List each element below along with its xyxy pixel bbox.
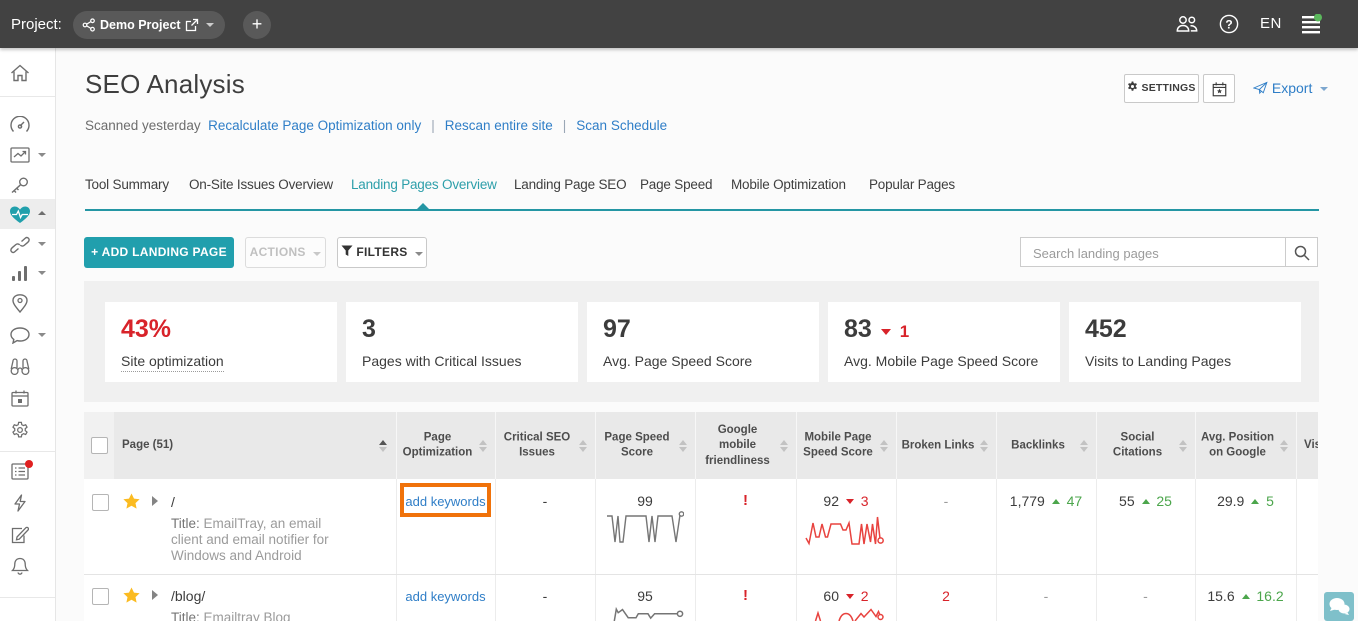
svg-text:?: ?: [1225, 17, 1232, 31]
